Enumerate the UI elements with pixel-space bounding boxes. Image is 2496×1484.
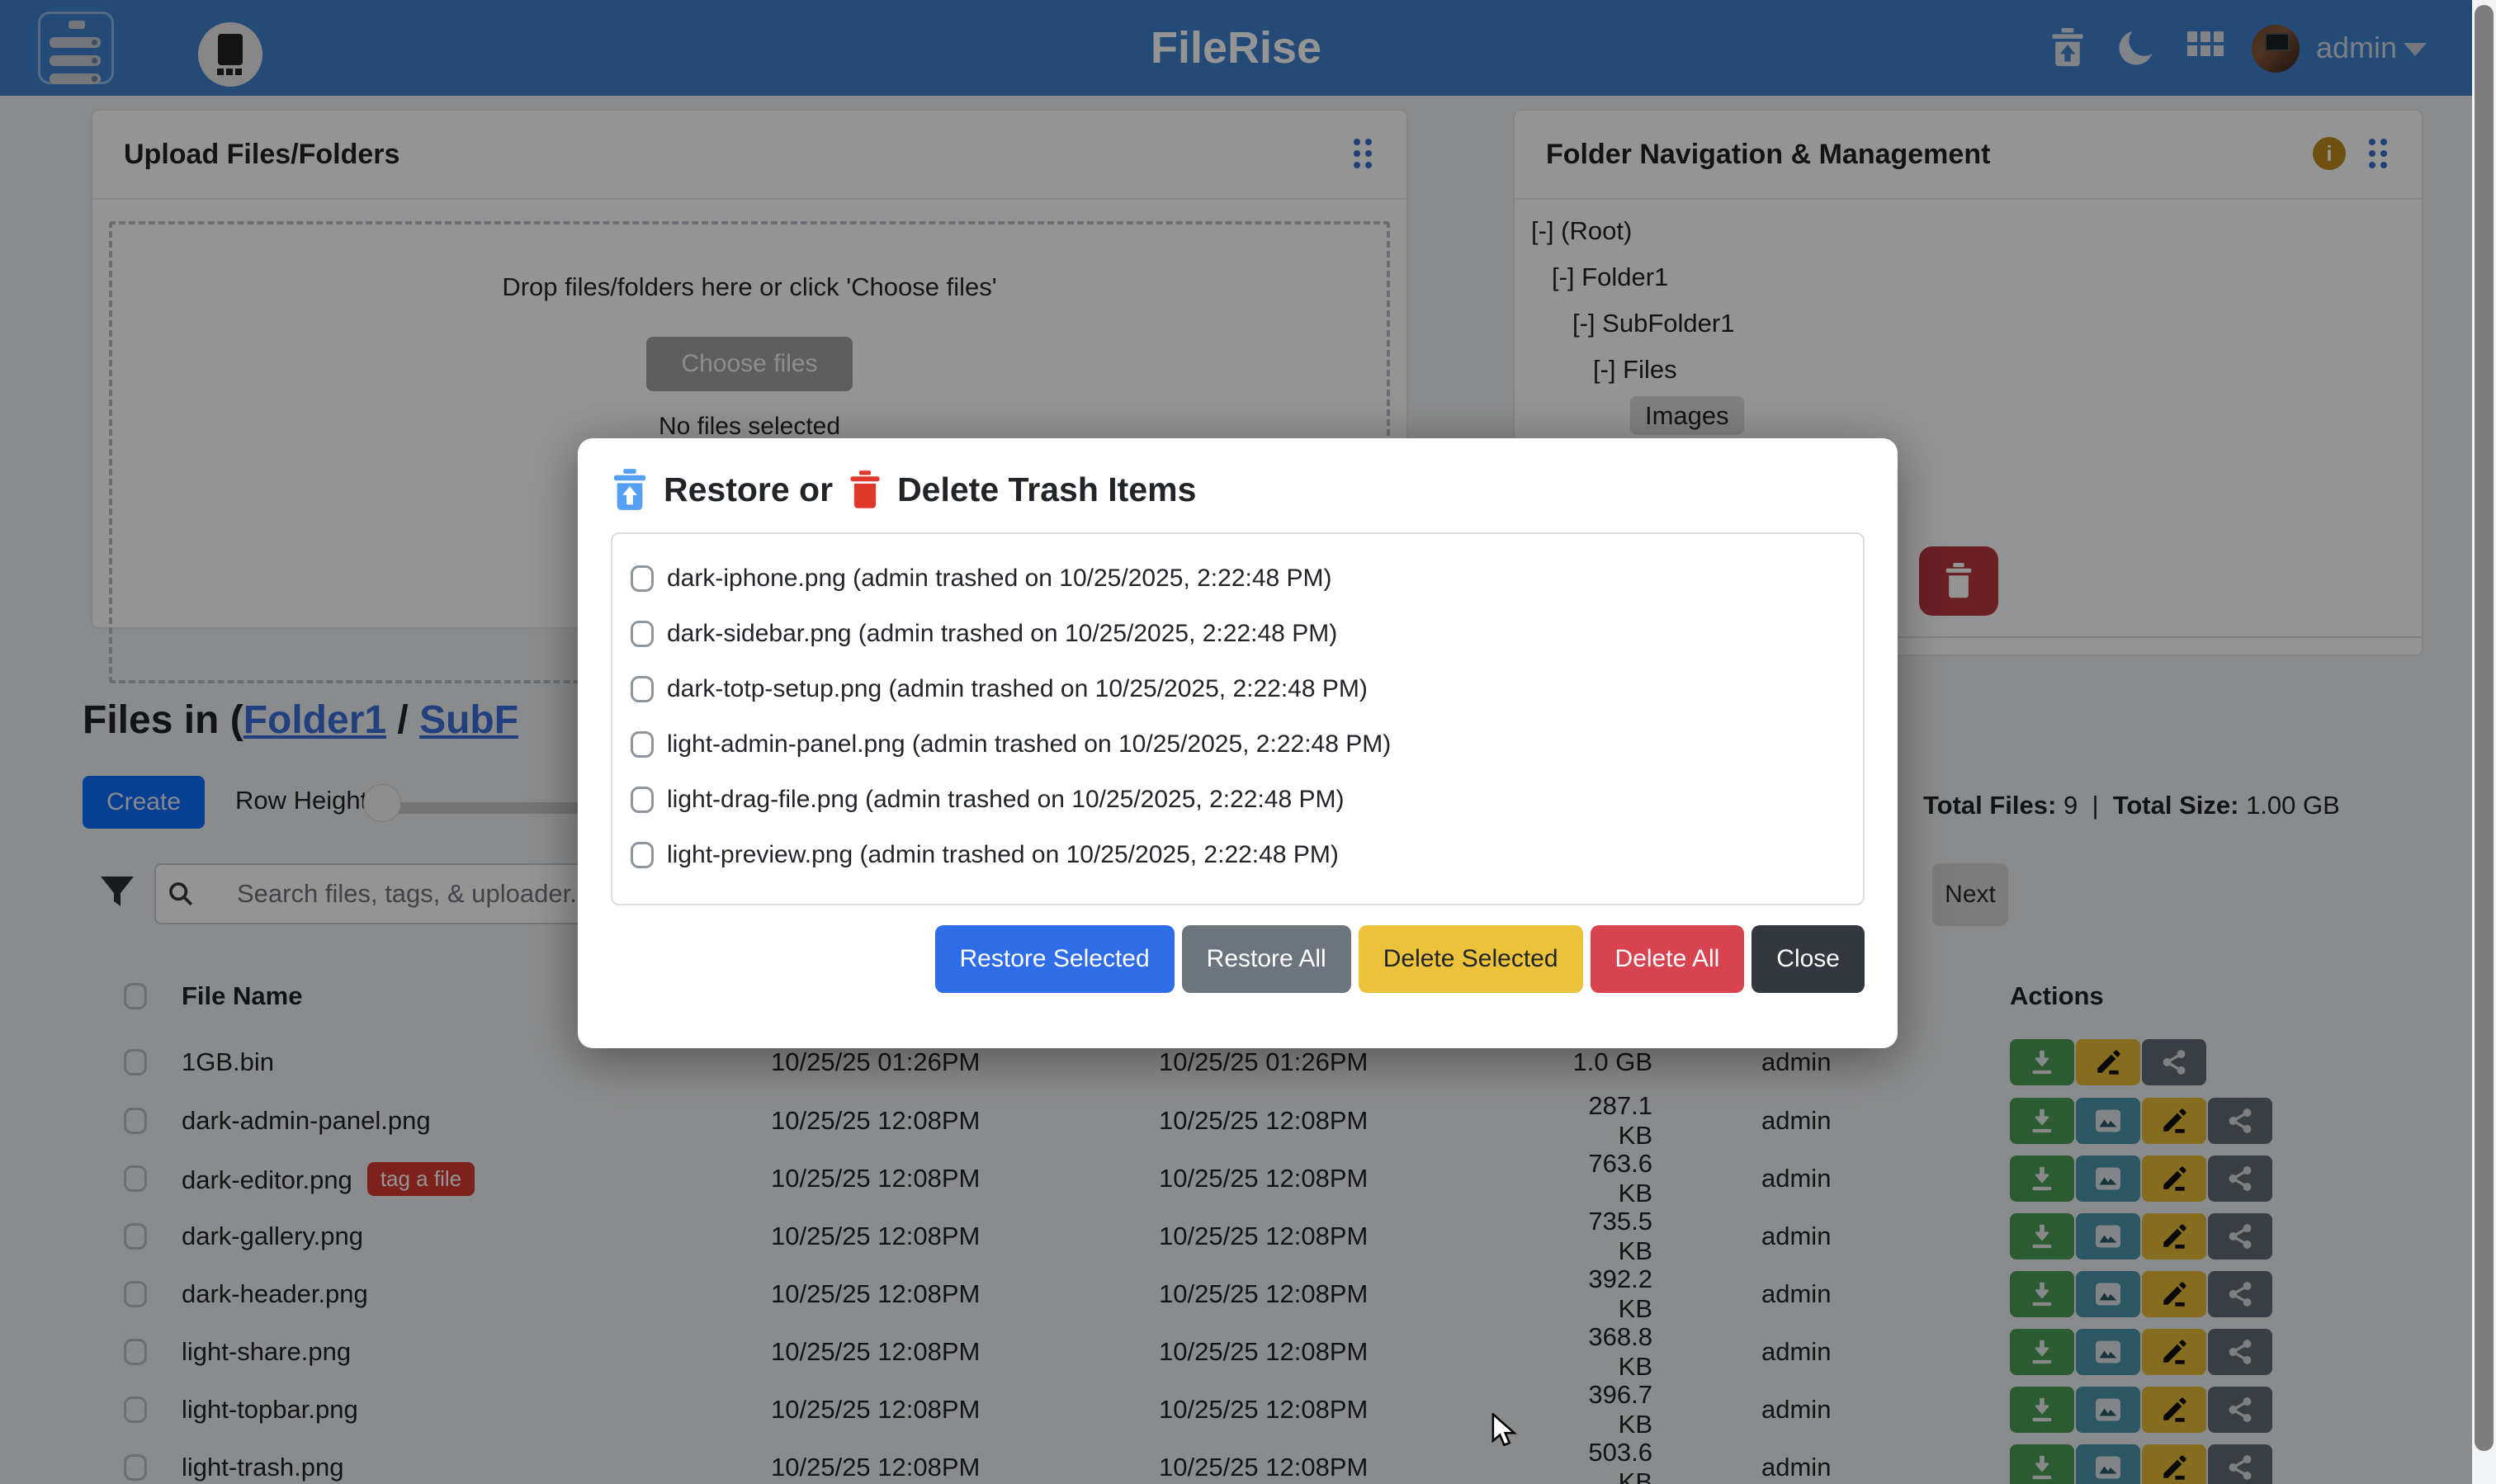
trash-item-checkbox[interactable] xyxy=(631,565,654,592)
trash-item-label: light-preview.png (admin trashed on 10/2… xyxy=(667,841,1339,869)
trash-item-checkbox[interactable] xyxy=(631,842,654,868)
mouse-cursor xyxy=(1490,1413,1520,1449)
trash-item-checkbox[interactable] xyxy=(631,621,654,647)
trash-item-label: dark-sidebar.png (admin trashed on 10/25… xyxy=(667,620,1337,648)
trash-item-row: dark-iphone.png (admin trashed on 10/25/… xyxy=(612,551,1863,606)
modal-title-restore: Restore or xyxy=(664,470,833,509)
trash-items-list: dark-iphone.png (admin trashed on 10/25/… xyxy=(611,532,1865,905)
pointer-icon xyxy=(1490,1413,1520,1449)
filerise-app: FileRise admin Uploa xyxy=(0,0,2496,1484)
trash-item-row: light-preview.png (admin trashed on 10/2… xyxy=(612,827,1863,882)
trash-item-checkbox[interactable] xyxy=(631,731,654,758)
trash-item-checkbox[interactable] xyxy=(631,787,654,813)
trash-item-checkbox[interactable] xyxy=(631,676,654,702)
trash-item-label: light-drag-file.png (admin trashed on 10… xyxy=(667,786,1345,814)
modal-action-button[interactable]: Delete Selected xyxy=(1359,925,1583,993)
modal-title-delete: Delete Trash Items xyxy=(897,470,1196,509)
trash-item-row: dark-sidebar.png (admin trashed on 10/25… xyxy=(612,606,1863,661)
modal-action-button[interactable]: Close xyxy=(1751,925,1865,993)
trash-item-label: dark-iphone.png (admin trashed on 10/25/… xyxy=(667,565,1332,593)
vertical-scrollbar[interactable] xyxy=(2472,0,2496,1484)
scrollbar-thumb[interactable] xyxy=(2475,5,2494,1451)
restore-trash-icon xyxy=(611,468,649,511)
trash-item-label: light-admin-panel.png (admin trashed on … xyxy=(667,730,1391,759)
trash-modal: Restore or Delete Trash Items dark-iphon… xyxy=(578,438,1898,1048)
trash-item-label: dark-totp-setup.png (admin trashed on 10… xyxy=(667,675,1368,703)
delete-trash-icon xyxy=(848,468,882,511)
trash-item-row: dark-totp-setup.png (admin trashed on 10… xyxy=(612,661,1863,716)
modal-action-button[interactable]: Delete All xyxy=(1591,925,1745,993)
modal-action-button[interactable]: Restore All xyxy=(1182,925,1351,993)
modal-action-button[interactable]: Restore Selected xyxy=(935,925,1175,993)
trash-item-row: light-admin-panel.png (admin trashed on … xyxy=(612,716,1863,772)
modal-button-bar: Restore Selected Restore All Delete Sele… xyxy=(611,925,1865,993)
trash-item-row: light-drag-file.png (admin trashed on 10… xyxy=(612,772,1863,827)
